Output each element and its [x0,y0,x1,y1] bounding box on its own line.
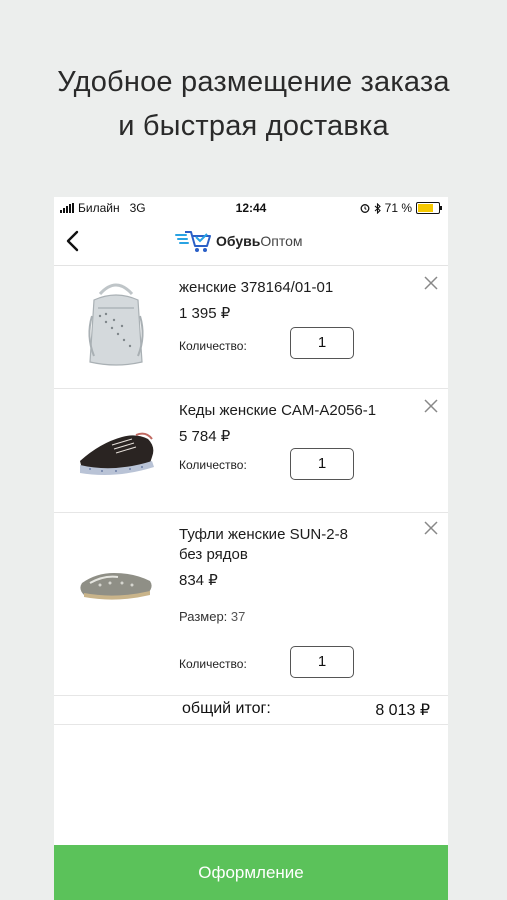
quantity-input[interactable]: 1 [290,327,354,359]
promo-line-1: Удобное размещение заказа [57,66,450,98]
total-value: 8 013 ₽ [375,702,430,719]
battery-icon [416,202,442,214]
total-label: общий итог: [182,700,271,717]
nav-bar: ОбувьОптом [54,219,448,266]
brand-logo: ОбувьОптом [174,229,303,253]
quantity-input[interactable]: 1 [290,448,354,480]
product-price: 1 395 ₽ [179,305,231,322]
close-icon[interactable] [422,397,440,415]
product-size: Размер: 37 [179,609,245,624]
product-price: 834 ₽ [179,572,218,589]
status-bar: Билайн 3G 12:44 71 % [54,197,448,219]
alarm-icon [360,204,370,213]
loafer-icon [80,573,152,600]
product-image-backpack[interactable] [70,276,162,368]
battery-percent: 71 % [384,201,412,215]
product-title[interactable]: Кеды женские CAM-A2056-1 [179,401,376,421]
quantity-label: Количество: [179,339,247,353]
cart-item: женские 378164/01-01 1 395 ₽ Количество:… [54,266,448,389]
product-title[interactable]: Туфли женские SUN-2-8 без рядов [179,525,348,565]
brand-name: ОбувьОптом [216,233,303,249]
close-icon[interactable] [422,274,440,292]
size-label: Размер: [179,609,228,624]
phone-screen: Билайн 3G 12:44 71 % ОбувьОптом женские … [54,197,448,900]
cart-item: Туфли женские SUN-2-8 без рядов 834 ₽ Ра… [54,513,448,695]
promo-headline: Удобное размещение заказа и быстрая дост… [0,60,507,148]
quantity-label: Количество: [179,657,247,671]
status-right: 71 % [360,201,442,215]
close-icon[interactable] [422,519,440,537]
order-total: общий итог: 8 013 ₽ [54,695,448,725]
chevron-left-icon[interactable] [60,227,88,255]
product-title-line-2: без рядов [179,546,248,563]
size-value: 37 [230,609,246,624]
promo-line-2: и быстрая доставка [118,110,389,142]
backpack-icon [88,283,144,366]
product-price: 5 784 ₽ [179,428,231,445]
quantity-label: Количество: [179,458,247,472]
delivery-cart-icon [175,231,211,252]
product-image-loafer[interactable] [70,533,162,625]
product-title[interactable]: женские 378164/01-01 [179,278,333,298]
cart-item: Кеды женские CAM-A2056-1 5 784 ₽ Количес… [54,389,448,513]
sneaker-icon [80,432,154,475]
checkout-button[interactable]: Оформление [54,845,448,900]
product-title-line-1: Туфли женские SUN-2-8 [179,526,348,543]
bluetooth-icon [374,202,381,214]
product-image-sneaker[interactable] [70,403,162,495]
quantity-input[interactable]: 1 [290,646,354,678]
